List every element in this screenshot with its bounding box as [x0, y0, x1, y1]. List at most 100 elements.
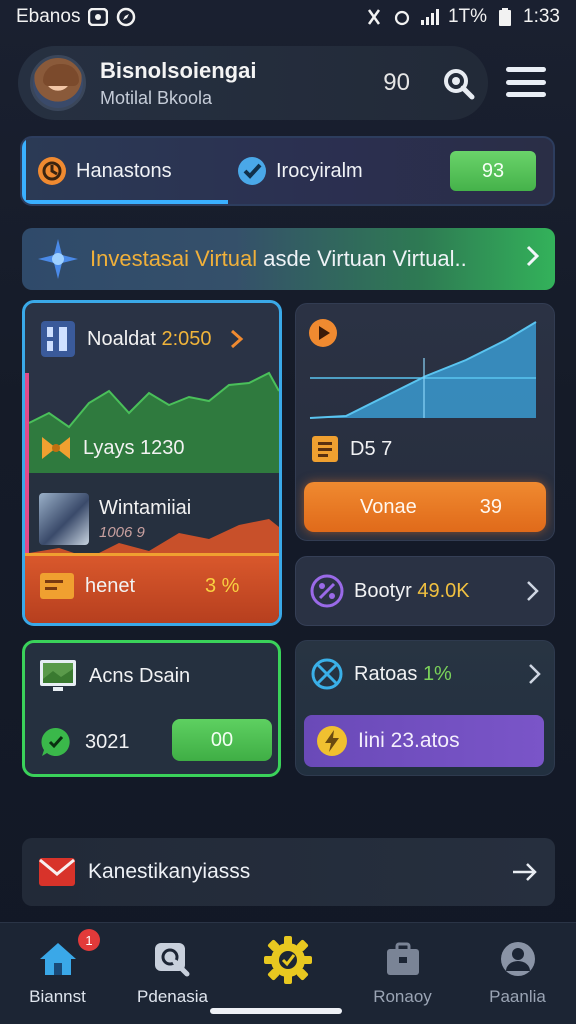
- home-indicator[interactable]: [210, 1008, 342, 1014]
- check-shield-icon: [238, 157, 266, 185]
- vonae-label: Vonae: [360, 495, 417, 518]
- chart-card-right[interactable]: D5 7 Vonae 39: [295, 303, 555, 541]
- nav-label: Biannst: [29, 987, 86, 1006]
- card-left-stat: Lyays 1230: [83, 436, 185, 459]
- status-bar: Ebanos 1T% 1:33: [0, 0, 576, 34]
- search-icon: [154, 943, 189, 977]
- tab-label: Hanastons: [76, 159, 172, 182]
- acns-value-row: 3021: [39, 725, 130, 759]
- nav-label: Paanlia: [489, 987, 546, 1006]
- avatar[interactable]: [30, 55, 86, 111]
- tab-irocyiralm[interactable]: Irocyiralm: [236, 155, 450, 187]
- menu-line: [506, 79, 546, 85]
- acns-value: 3021: [85, 730, 130, 753]
- card-left-title-prefix: Noaldat: [87, 327, 156, 350]
- user-subtitle: Motilal Bkoola: [100, 87, 213, 108]
- card-left-header: Noaldat 2:050: [39, 319, 244, 359]
- ratoas-header: Ratoas 1%: [310, 657, 542, 691]
- chevron-right-icon: [230, 329, 243, 349]
- card-left-footer[interactable]: henet 3 %: [25, 553, 279, 623]
- tablet-icon: [41, 321, 75, 357]
- user-name: Bisnolsoiengai: [100, 57, 257, 83]
- tab-row: Hanastons Irocyiralm 93: [20, 136, 555, 206]
- ratoas-card[interactable]: Ratoas 1% Iini 23.atos: [295, 640, 555, 776]
- menu-line: [506, 92, 546, 97]
- search-icon: [444, 69, 475, 100]
- chevron-right-icon: [525, 244, 541, 275]
- vibrate-icon: [364, 7, 384, 27]
- tab-badge[interactable]: 93: [450, 151, 536, 191]
- notification-icon: [88, 7, 109, 27]
- status-left-text: Ebanos: [16, 6, 81, 27]
- battery-percent: 1T%: [447, 6, 488, 27]
- bootyr-label: Bootyr: [354, 579, 412, 602]
- menu-line: [506, 67, 546, 72]
- profile-header[interactable]: Bisnolsoiengai Motilal Bkoola 90: [18, 46, 488, 120]
- clock-icon: [38, 157, 66, 185]
- card-left-stat-row: Lyays 1230: [39, 431, 185, 465]
- nav-label: Ronaoy: [373, 987, 432, 1006]
- footer-value: 3 %: [205, 574, 240, 597]
- bootyr-text: Bootyr 49.0K: [354, 580, 516, 603]
- clock-time: 1:33: [523, 6, 560, 27]
- ratoas-button-label: Iini 23.atos: [358, 729, 460, 752]
- bootyr-value: 49.0K: [417, 579, 470, 602]
- search-button[interactable]: [440, 65, 476, 101]
- monitor-icon: [40, 660, 76, 691]
- ratoas-label: Ratoas: [354, 662, 418, 685]
- stats-card-left[interactable]: Noaldat 2:050 Lyays 1230 Wintamiiai 1006…: [22, 300, 282, 626]
- alarm-icon: [392, 7, 412, 27]
- lightning-icon: [317, 726, 347, 756]
- banner-highlight: Investasai Virtual: [90, 246, 258, 271]
- tab-active-underline: [22, 200, 228, 204]
- tab-left-accent: [22, 138, 26, 204]
- acns-title: Acns Dsain: [89, 664, 191, 687]
- document-icon: [312, 436, 338, 462]
- signal-icon: [420, 7, 440, 27]
- footer-label: henet: [85, 574, 136, 597]
- area-chart-blue: [309, 321, 537, 419]
- message-bar[interactable]: Kanestikanyiasss: [22, 838, 555, 906]
- acns-button[interactable]: 00: [172, 719, 272, 761]
- user-icon: [500, 942, 535, 976]
- nav-item-profile[interactable]: Paanlia: [460, 923, 575, 1024]
- tab-label: Irocyiralm: [276, 159, 363, 182]
- promo-banner[interactable]: Investasai Virtual asde Virtuan Virtual.…: [22, 228, 555, 290]
- card-left-title: Noaldat 2:050: [87, 328, 212, 351]
- briefcase-icon: [386, 942, 419, 975]
- vonae-value: 39: [479, 495, 502, 518]
- message-text: Kanestikanyiasss: [88, 860, 251, 883]
- banner-rest: asde Virtuan Virtual..: [263, 246, 467, 271]
- chat-bubble-icon: [41, 727, 70, 756]
- tab-hanastons[interactable]: Hanastons: [36, 155, 236, 187]
- menu-button[interactable]: [504, 64, 548, 100]
- acns-header: Acns Dsain: [39, 659, 190, 693]
- notification-badge: 1: [78, 929, 100, 951]
- card-left-title-value: 2:050: [161, 327, 212, 350]
- banner-text: Investasai Virtual asde Virtuan Virtual.…: [90, 246, 525, 272]
- acns-card[interactable]: Acns Dsain 3021 00: [22, 640, 281, 777]
- chevron-right-icon: [529, 664, 541, 684]
- mail-icon: [39, 858, 75, 886]
- home-icon: [39, 943, 76, 975]
- ratoas-text: Ratoas 1%: [354, 663, 518, 686]
- card-right-label-row: D5 7: [310, 434, 392, 464]
- battery-icon: [495, 7, 515, 27]
- percent-icon: [310, 574, 344, 608]
- nav-item-briefcase[interactable]: Ronaoy: [345, 923, 460, 1024]
- header-count: 90: [383, 69, 410, 96]
- vonae-button[interactable]: Vonae 39: [304, 482, 546, 532]
- arrow-right-icon[interactable]: [511, 860, 539, 884]
- nav-item-home[interactable]: 1 Biannst: [0, 923, 115, 1024]
- nav-label: Pdenasia: [137, 987, 208, 1006]
- bootyr-row[interactable]: Bootyr 49.0K: [295, 556, 555, 626]
- gear-icon: [263, 936, 312, 984]
- bow-icon: [42, 437, 70, 459]
- ratoas-button[interactable]: Iini 23.atos: [304, 715, 544, 767]
- card-right-label: D5 7: [350, 437, 393, 460]
- compass-icon: [116, 7, 136, 27]
- wallet-icon: [40, 573, 74, 599]
- ratoas-value: 1%: [422, 662, 452, 685]
- chevron-right-icon: [527, 581, 539, 601]
- crosshair-icon: [311, 658, 343, 690]
